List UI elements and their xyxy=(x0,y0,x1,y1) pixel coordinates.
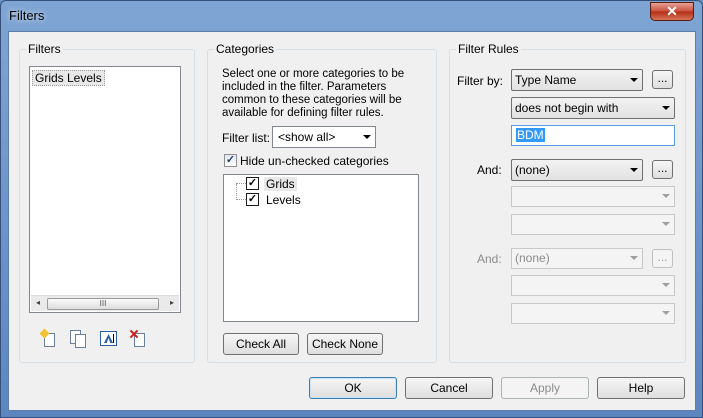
dialog-client-area: Filters Grids Levels ◂ III ▸ Categories … xyxy=(8,31,696,411)
filters-group-label: Filters xyxy=(26,42,63,56)
filter-list-value: <show all> xyxy=(278,130,336,144)
list-item[interactable]: Grids Levels xyxy=(32,70,105,86)
chevron-down-icon xyxy=(630,78,638,82)
check-all-button[interactable]: Check All xyxy=(223,333,299,355)
close-icon: ✕ xyxy=(666,3,678,19)
rule2-value-dropdown xyxy=(511,214,675,235)
rule3-parameter-dropdown: (none) xyxy=(511,248,643,269)
categories-group-label: Categories xyxy=(214,42,277,56)
filter-list-dropdown[interactable]: <show all> xyxy=(272,126,376,148)
scroll-left-icon[interactable]: ◂ xyxy=(33,298,43,307)
filters-group: Filters Grids Levels ◂ III ▸ xyxy=(19,42,195,363)
categories-description: Select one or more categories to be incl… xyxy=(222,68,405,119)
chevron-down-icon xyxy=(630,168,638,172)
levels-checkbox[interactable]: ✓ xyxy=(246,193,259,206)
chevron-down-icon xyxy=(662,222,670,226)
filter-rules-group: Filter Rules Filter by: Type Name ... do… xyxy=(449,42,686,363)
chevron-down-icon xyxy=(630,256,638,260)
rule1-value-text: BDM xyxy=(516,128,545,142)
filters-list[interactable]: Grids Levels ◂ III ▸ xyxy=(29,66,181,313)
delete-filter-icon[interactable] xyxy=(129,329,146,348)
rename-a-shape xyxy=(104,334,113,343)
rule3-value-dropdown xyxy=(511,303,675,324)
chevron-down-icon xyxy=(662,311,670,315)
filters-dialog: Filters ✕ Filters Grids Levels ◂ III ▸ C… xyxy=(0,0,703,418)
window-title: Filters xyxy=(9,8,45,23)
filter-item-label: Grids Levels xyxy=(35,71,102,85)
filter-by-label: Filter by: xyxy=(457,74,504,88)
help-button[interactable]: Help xyxy=(597,377,685,399)
scroll-grip-icon: III xyxy=(99,299,107,308)
rule1-parameter-value: Type Name xyxy=(515,73,577,87)
rename-filter-icon[interactable] xyxy=(100,331,117,346)
tree-item-levels[interactable]: Levels xyxy=(266,193,301,207)
scroll-thumb[interactable]: III xyxy=(47,298,159,310)
hide-unchecked-checkbox[interactable]: ✓ xyxy=(224,154,237,167)
close-button[interactable]: ✕ xyxy=(650,2,694,21)
rule1-operator-dropdown[interactable]: does not begin with xyxy=(511,97,675,119)
chevron-down-icon xyxy=(662,106,670,110)
rule1-operator-value: does not begin with xyxy=(515,101,619,115)
and-label-1: And: xyxy=(477,163,502,177)
rule3-operator-dropdown xyxy=(511,275,675,296)
chevron-down-icon xyxy=(662,194,670,198)
rule1-parameter-dropdown[interactable]: Type Name xyxy=(511,69,643,91)
new-filter-icon[interactable] xyxy=(39,328,57,348)
tree-connector-grids xyxy=(236,183,246,184)
rule2-ellipsis-button[interactable]: ... xyxy=(652,160,673,179)
rule3-ellipsis-button: ... xyxy=(652,249,673,268)
and-label-2: And: xyxy=(477,252,502,266)
rule2-parameter-dropdown[interactable]: (none) xyxy=(511,159,643,181)
title-bar[interactable]: Filters ✕ xyxy=(1,1,702,31)
rule1-ellipsis-button[interactable]: ... xyxy=(652,70,673,89)
duplicate-front-doc-shape xyxy=(75,334,86,348)
rule3-parameter-value: (none) xyxy=(515,251,550,265)
rule1-value-input[interactable]: BDM xyxy=(511,125,675,146)
duplicate-filter-icon[interactable] xyxy=(70,330,87,348)
scroll-right-icon[interactable]: ▸ xyxy=(167,298,177,307)
chevron-down-icon xyxy=(363,135,371,139)
chevron-down-icon xyxy=(662,283,670,287)
tree-connector-vertical xyxy=(236,184,237,200)
rename-caret-shape xyxy=(113,334,114,343)
check-none-button[interactable]: Check None xyxy=(307,333,383,355)
filter-list-label: Filter list: xyxy=(222,131,270,145)
filters-horizontal-scrollbar[interactable]: ◂ III ▸ xyxy=(31,295,179,311)
hide-unchecked-label[interactable]: Hide un-checked categories xyxy=(240,154,389,168)
grids-checkbox[interactable]: ✓ xyxy=(246,177,259,190)
filter-rules-group-label: Filter Rules xyxy=(456,42,521,56)
tree-connector-levels xyxy=(236,199,246,200)
rule2-operator-dropdown xyxy=(511,186,675,207)
rule2-parameter-value: (none) xyxy=(515,163,550,177)
delete-x-shape xyxy=(129,329,139,339)
apply-button: Apply xyxy=(501,377,589,399)
ok-button[interactable]: OK xyxy=(309,377,397,399)
cancel-button[interactable]: Cancel xyxy=(405,377,493,399)
tree-item-grids[interactable]: Grids xyxy=(264,177,297,191)
categories-tree[interactable]: ✓ Grids ✓ Levels xyxy=(223,174,419,322)
categories-group: Categories Select one or more categories… xyxy=(207,42,437,363)
